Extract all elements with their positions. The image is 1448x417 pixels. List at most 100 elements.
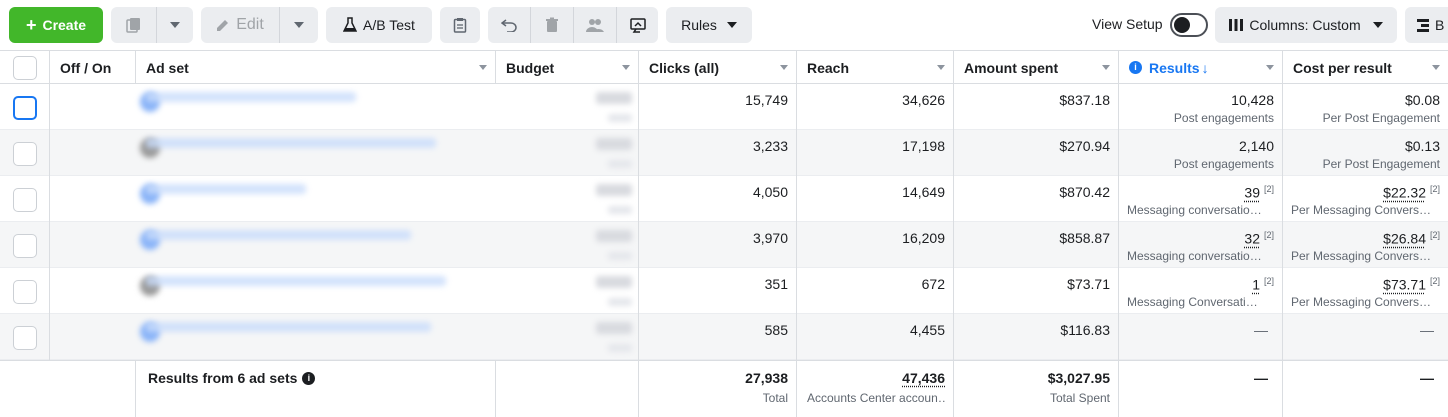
row-checkbox[interactable]	[13, 326, 37, 350]
ad-set-name-link[interactable]	[146, 138, 436, 148]
row-budget-cell	[496, 222, 639, 268]
ad-set-name-link[interactable]	[146, 92, 356, 102]
cost-footnote: [2]	[1429, 184, 1440, 194]
budget-type	[608, 114, 632, 122]
amount-value: $270.94	[1059, 138, 1110, 154]
info-icon: i	[1129, 61, 1142, 74]
cost-value[interactable]: $0.08	[1405, 92, 1440, 108]
table-row[interactable]: 351 672 $73.71 1 [2] Messaging Conversati… $73…	[0, 268, 1448, 314]
duplicate-dropdown-button[interactable]	[157, 7, 193, 43]
caret-down-icon	[170, 22, 180, 28]
footer-results-cell: —	[1119, 361, 1283, 417]
ad-set-name-link[interactable]	[146, 276, 446, 286]
row-toggle-cell	[50, 222, 160, 268]
table-row[interactable]: 15,749 34,626 $837.18 10,428 Post engagement…	[0, 84, 1448, 130]
results-type: Post engagements	[1173, 111, 1274, 125]
budget-value[interactable]	[596, 230, 632, 242]
table-row[interactable]: 3,970 16,209 $858.87 32 [2] Messaging convers…	[0, 222, 1448, 268]
row-reach-cell: 4,455	[797, 314, 954, 360]
table-row[interactable]: 3,233 17,198 $270.94 2,140 Post engagements $…	[0, 130, 1448, 176]
budget-type	[608, 344, 632, 352]
info-icon[interactable]: i	[302, 371, 316, 385]
row-checkbox[interactable]	[13, 96, 37, 120]
clicks-value: 15,749	[745, 92, 788, 108]
clicks-value: 585	[764, 322, 788, 338]
footer-reach-sub: Accounts Center accoun…	[807, 391, 945, 405]
table-row[interactable]: 585 4,455 $116.83 — —	[0, 314, 1448, 360]
edit-label: Edit	[236, 16, 264, 33]
row-budget-cell	[496, 314, 639, 360]
row-amount-cell: $270.94	[954, 130, 1119, 176]
ad-set-name-link[interactable]	[146, 230, 411, 240]
ad-sets-table: Off / On Ad set Budget Clicks (all) Reac…	[0, 50, 1448, 417]
header-cost-per-result[interactable]: Cost per result	[1283, 51, 1448, 84]
header-amount-spent[interactable]: Amount spent	[954, 51, 1119, 84]
budget-value[interactable]	[596, 184, 632, 196]
results-footnote: [2]	[1263, 184, 1274, 194]
cost-value[interactable]: $26.84 [2]	[1383, 230, 1440, 247]
cost-type: Per Post Engagement	[1322, 111, 1440, 125]
select-all-checkbox[interactable]	[13, 56, 37, 80]
budget-value[interactable]	[596, 138, 632, 150]
header-budget[interactable]: Budget	[496, 51, 639, 84]
reach-value: 4,455	[909, 322, 945, 338]
columns-button[interactable]: Columns: Custom	[1215, 7, 1397, 43]
footer-clicks-cell: 27,938 Total	[639, 361, 797, 417]
results-value[interactable]: 1 [2]	[1252, 276, 1274, 293]
cost-value[interactable]: $73.71 [2]	[1383, 276, 1440, 293]
row-reach-cell: 17,198	[797, 130, 954, 176]
header-reach[interactable]: Reach	[797, 51, 954, 84]
budget-value[interactable]	[596, 276, 632, 288]
cost-value[interactable]: $22.32 [2]	[1383, 184, 1440, 201]
duplicate-split-button	[111, 7, 193, 43]
footer-label-text: Results from 6 ad sets	[148, 370, 298, 386]
undo-button[interactable]	[488, 7, 530, 43]
row-cost-cell: $26.84 [2] Per Messaging Convers…	[1283, 222, 1448, 268]
results-value[interactable]: 39 [2]	[1244, 184, 1274, 201]
breakdown-button[interactable]: B	[1405, 7, 1448, 43]
results-value[interactable]: 2,140	[1239, 138, 1274, 154]
footer-amount: $3,027.95	[1047, 370, 1110, 386]
amount-value: $837.18	[1059, 92, 1110, 108]
export-button[interactable]	[617, 7, 658, 43]
breakdown-label: B	[1435, 17, 1445, 33]
row-checkbox[interactable]	[13, 280, 37, 304]
header-clicks[interactable]: Clicks (all)	[639, 51, 797, 84]
row-checkbox[interactable]	[13, 142, 37, 166]
duplicate-button[interactable]	[111, 7, 156, 43]
ad-set-name-link[interactable]	[146, 322, 431, 332]
footer-cost-cell: —	[1283, 361, 1448, 417]
header-results[interactable]: i Results ↓	[1119, 51, 1283, 84]
delete-button[interactable]	[531, 7, 573, 43]
row-checkbox[interactable]	[13, 188, 37, 212]
row-toggle-cell	[50, 314, 160, 360]
footer-reach[interactable]: 47,436	[902, 370, 945, 386]
row-results-cell: 10,428 Post engagements	[1119, 84, 1283, 130]
row-amount-cell: $870.42	[954, 176, 1119, 222]
plus-icon: +	[25, 14, 37, 35]
results-value[interactable]: 10,428	[1231, 92, 1274, 108]
edit-button[interactable]: Edit	[201, 7, 279, 43]
view-setup-toggle[interactable]	[1170, 13, 1208, 37]
row-toggle-cell	[50, 130, 160, 176]
row-select-cell	[0, 222, 50, 268]
header-ad-set[interactable]: Ad set	[136, 51, 496, 84]
results-empty: —	[1254, 322, 1268, 338]
budget-type	[608, 252, 632, 260]
create-button[interactable]: + Create	[9, 7, 103, 43]
row-checkbox[interactable]	[13, 234, 37, 258]
results-number: 2,140	[1238, 138, 1274, 154]
sort-arrow-down-icon: ↓	[1201, 59, 1209, 76]
cost-value[interactable]: $0.13	[1405, 138, 1440, 154]
ab-test-button[interactable]: A/B Test	[326, 7, 432, 43]
clipboard-button[interactable]	[440, 7, 480, 43]
table-row[interactable]: 4,050 14,649 $870.42 39 [2] Messaging convers…	[0, 176, 1448, 222]
row-amount-cell: $116.83	[954, 314, 1119, 360]
ad-set-name-link[interactable]	[146, 184, 306, 194]
audience-button[interactable]	[574, 7, 616, 43]
edit-dropdown-button[interactable]	[280, 7, 318, 43]
results-value[interactable]: 32 [2]	[1244, 230, 1274, 247]
budget-value[interactable]	[596, 92, 632, 104]
rules-button[interactable]: Rules	[666, 7, 752, 43]
budget-value[interactable]	[596, 322, 632, 334]
